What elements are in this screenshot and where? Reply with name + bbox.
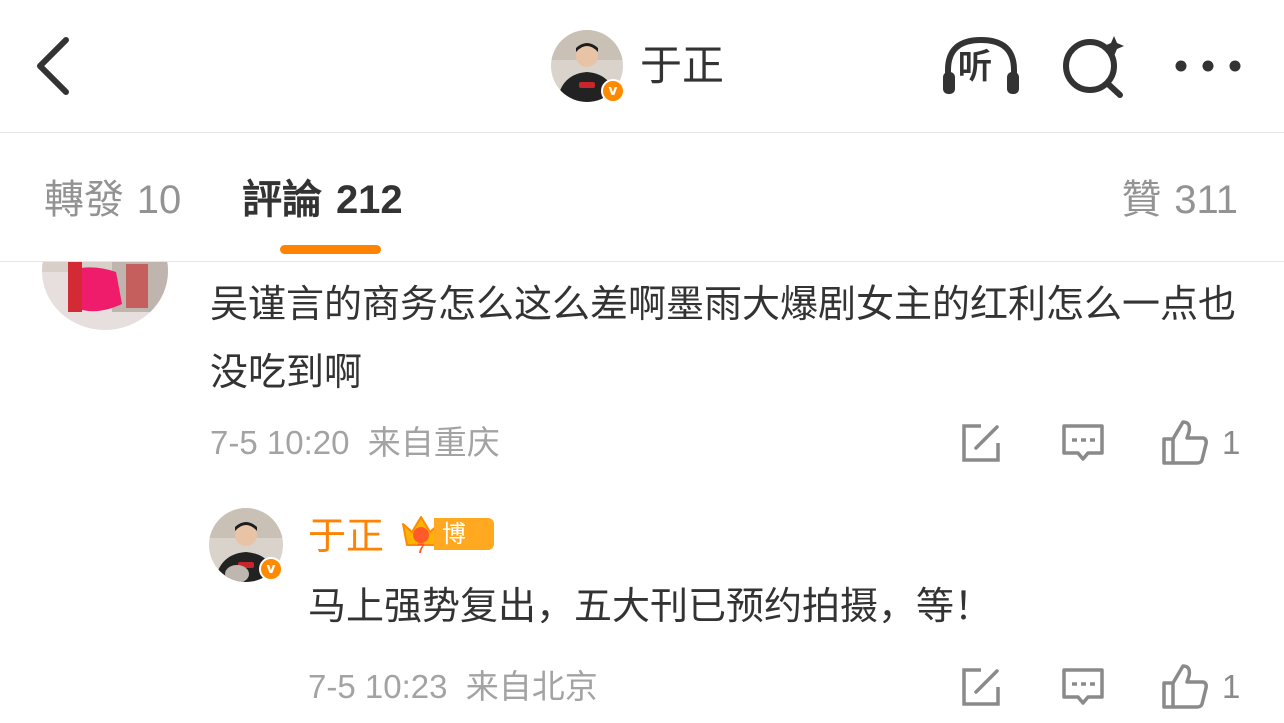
- blogger-badge: 7 博主: [400, 514, 494, 580]
- comment-text: 吴谨言的商务怎么这么差啊墨雨大爆剧女主的红利怎么一点也没吃到啊: [210, 282, 1237, 394]
- back-icon[interactable]: [30, 34, 80, 98]
- like-count: 311: [1174, 178, 1238, 222]
- repost-icon[interactable]: [959, 421, 1003, 465]
- like-icon[interactable]: [1161, 418, 1209, 466]
- verified-badge-icon: v: [601, 79, 625, 103]
- badge-level: 7: [417, 540, 425, 554]
- comment-tabs: 轉發 10 評論 212 贊 311: [0, 133, 1284, 262]
- comment-location: 来自重庆: [367, 424, 500, 461]
- search-icon[interactable]: [1060, 34, 1130, 98]
- comments-count: 212: [335, 178, 403, 222]
- repost-icon[interactable]: [959, 665, 1003, 709]
- tab-label: 贊: [1121, 177, 1162, 223]
- reply-icon[interactable]: [1061, 421, 1105, 465]
- repost-count: 10: [136, 178, 182, 222]
- tab-comments[interactable]: 評論 212: [242, 176, 403, 224]
- page-title[interactable]: 于正: [640, 40, 724, 92]
- listen-label: 听: [958, 47, 992, 87]
- listen-button[interactable]: 听: [940, 34, 1022, 98]
- comment-time: 7-5 10:20: [210, 424, 350, 461]
- verified-badge-icon: v: [259, 557, 283, 581]
- badge-label: 博主: [434, 518, 494, 580]
- reply-meta: 7-5 10:23 来自北京: [308, 667, 598, 707]
- tab-label: 評論: [242, 177, 322, 223]
- tab-likes[interactable]: 贊 311: [1122, 176, 1239, 224]
- like-count: 1: [1222, 424, 1241, 461]
- tab-reposts[interactable]: 轉發 10: [44, 176, 181, 224]
- active-tab-indicator: [280, 245, 381, 254]
- tab-label: 轉發: [44, 177, 124, 223]
- like-icon[interactable]: [1161, 662, 1209, 710]
- reply-icon[interactable]: [1061, 665, 1105, 709]
- like-count: 1: [1222, 668, 1241, 705]
- reply-author[interactable]: 于正: [308, 512, 384, 560]
- reply-time: 7-5 10:23: [308, 668, 448, 705]
- more-options-icon[interactable]: [1172, 56, 1244, 76]
- reply-text: 马上强势复出，五大刊已预约拍摄，等！: [308, 584, 993, 628]
- top-nav-bar: v 于正 听: [0, 0, 1284, 133]
- comment-meta: 7-5 10:20 来自重庆: [210, 423, 500, 463]
- reply-location: 来自北京: [465, 668, 598, 705]
